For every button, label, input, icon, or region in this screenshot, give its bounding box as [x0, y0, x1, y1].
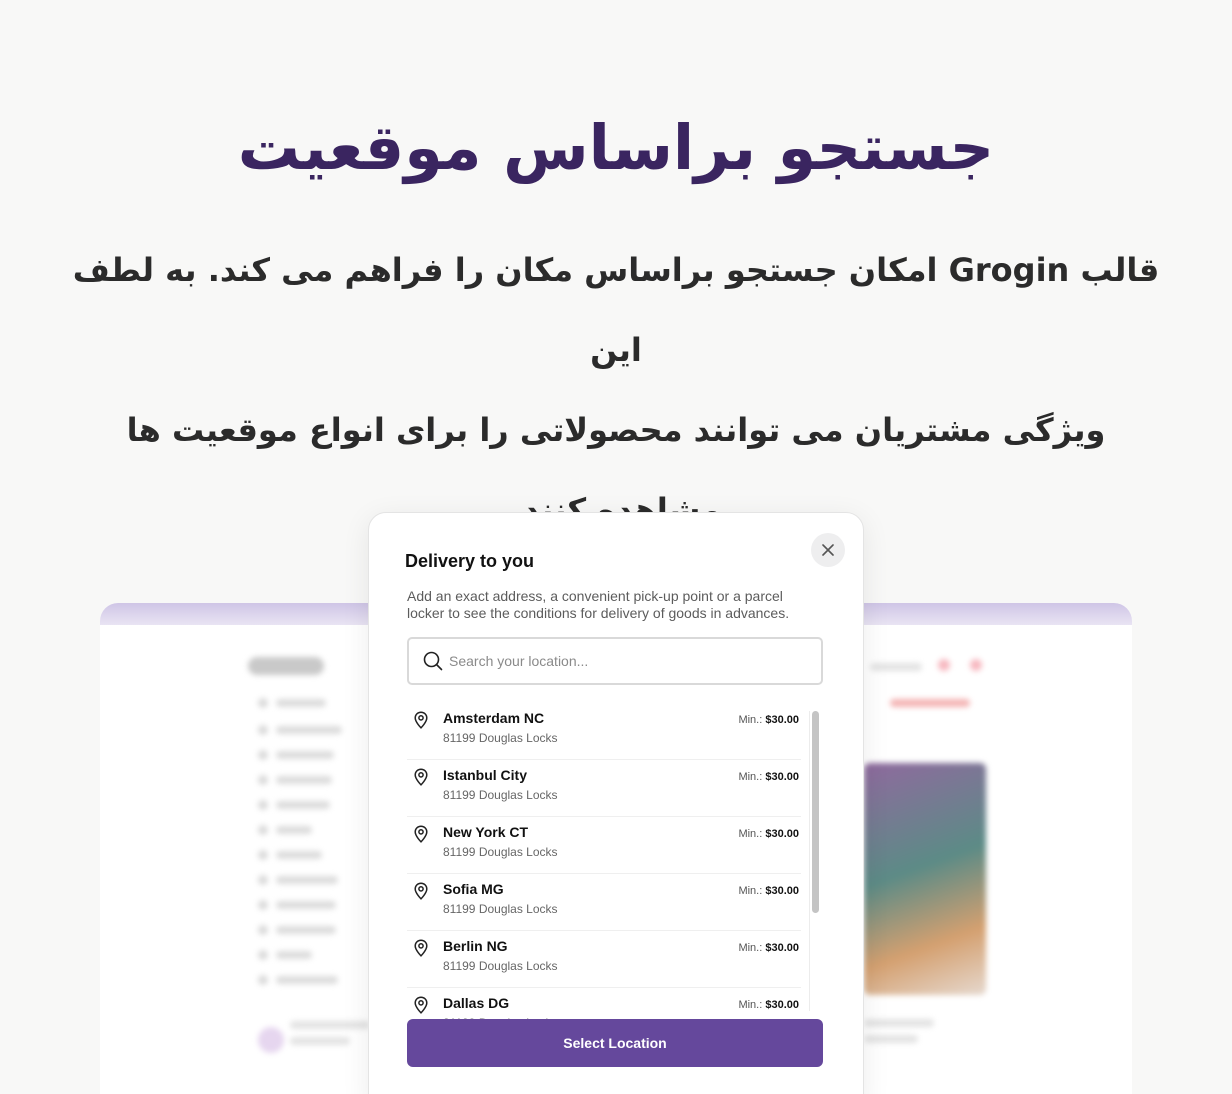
preview-sidebar-line: [276, 801, 330, 809]
min-label: Min.:: [738, 885, 763, 897]
preview-text-line: [870, 663, 922, 671]
min-value: $30.00: [765, 999, 799, 1011]
preview-text-line: [290, 1021, 370, 1029]
preview-promo-bar: [890, 699, 970, 707]
preview-avatar: [258, 1027, 284, 1053]
preview-sidebar-dot: [258, 825, 268, 835]
location-pin-icon: [414, 939, 428, 957]
preview-cart-icon: [970, 659, 982, 671]
location-address: 81199 Douglas Locks: [443, 845, 558, 859]
preview-sidebar-dot: [258, 850, 268, 860]
preview-sidebar-dot: [258, 975, 268, 985]
location-list: Amsterdam NC 81199 Douglas Locks Min.: $30…: [407, 703, 823, 1019]
location-list-scrollbar[interactable]: [809, 711, 819, 1011]
location-min-order: Min.: $30.00: [738, 999, 799, 1011]
location-name: Berlin NG: [443, 938, 508, 954]
location-pin: [413, 768, 429, 791]
min-label: Min.:: [738, 771, 763, 783]
preview-sidebar-dot: [258, 698, 268, 708]
preview-sidebar-line: [276, 951, 312, 959]
location-min-order: Min.: $30.00: [738, 771, 799, 783]
search-icon: [423, 651, 443, 671]
location-search-box[interactable]: [407, 637, 823, 685]
location-pin-icon: [414, 825, 428, 843]
location-pin: [413, 882, 429, 905]
preview-product-image: [864, 763, 986, 995]
hero-description: قالب Grogin امکان جستجو براساس مکان را ف…: [60, 230, 1172, 550]
location-list-inner: Amsterdam NC 81199 Douglas Locks Min.: $30…: [407, 703, 823, 1019]
modal-description: Add an exact address, a convenient pick-…: [407, 588, 790, 621]
location-item[interactable]: Sofia MG 81199 Douglas Locks Min.: $30.00: [407, 874, 801, 931]
location-pin: [413, 939, 429, 962]
scrollbar-thumb[interactable]: [812, 711, 819, 913]
preview-sidebar-dot: [258, 950, 268, 960]
preview-sidebar-line: [276, 876, 338, 884]
close-icon: [822, 544, 834, 556]
preview-sidebar-line: [276, 926, 336, 934]
location-min-order: Min.: $30.00: [738, 942, 799, 954]
location-pin: [413, 825, 429, 848]
preview-text-line: [290, 1037, 350, 1045]
location-address: 81199 Douglas Locks: [443, 731, 558, 745]
preview-sidebar-line: [276, 826, 312, 834]
location-pin: [413, 711, 429, 734]
location-name: Sofia MG: [443, 881, 504, 897]
location-address: 81199 Douglas Locks: [443, 788, 558, 802]
preview-sidebar-dot: [258, 800, 268, 810]
min-value: $30.00: [765, 885, 799, 897]
location-pin-icon: [414, 882, 428, 900]
location-address: 81199 Douglas Locks: [443, 959, 558, 973]
location-pin-icon: [414, 711, 428, 729]
location-min-order: Min.: $30.00: [738, 714, 799, 726]
preview-sidebar-line: [276, 776, 332, 784]
location-item[interactable]: Amsterdam NC 81199 Douglas Locks Min.: $30…: [407, 703, 801, 760]
preview-sidebar-line: [276, 699, 326, 707]
preview-wishlist-icon: [938, 659, 950, 671]
location-min-order: Min.: $30.00: [738, 885, 799, 897]
min-label: Min.:: [738, 999, 763, 1011]
location-item[interactable]: Dallas DG81199 Douglas LocksMin.: $30.00: [407, 988, 801, 1019]
select-location-button[interactable]: Select Location: [407, 1019, 823, 1067]
min-value: $30.00: [765, 714, 799, 726]
delivery-location-modal: Delivery to you Add an exact address, a …: [368, 512, 864, 1094]
preview-sidebar-line: [276, 726, 342, 734]
modal-title: Delivery to you: [405, 551, 535, 571]
hero-title: جستجو براساس موقعیت: [237, 111, 995, 184]
location-name: Istanbul City: [443, 767, 528, 783]
location-pin-icon: [414, 768, 428, 786]
preview-text-line: [864, 1035, 918, 1043]
preview-sidebar-dot: [258, 750, 268, 760]
min-value: $30.00: [765, 771, 799, 783]
preview-sidebar-line: [276, 976, 338, 984]
preview-sidebar-line: [276, 751, 334, 759]
location-search-input[interactable]: [449, 653, 789, 669]
location-name: New York CT: [443, 824, 529, 840]
preview-sidebar-dot: [258, 775, 268, 785]
preview-sidebar-dot: [258, 900, 268, 910]
min-value: $30.00: [765, 828, 799, 840]
min-label: Min.:: [738, 714, 763, 726]
location-item[interactable]: New York CT 81199 Douglas Locks Min.: $30.…: [407, 817, 801, 874]
preview-sidebar-line: [276, 901, 336, 909]
min-value: $30.00: [765, 942, 799, 954]
location-address: 81199 Douglas Locks: [443, 902, 558, 916]
preview-sidebar-dot: [258, 875, 268, 885]
min-label: Min.:: [738, 942, 763, 954]
close-button[interactable]: [811, 533, 845, 567]
location-pin-icon: [414, 996, 428, 1014]
location-item[interactable]: Berlin NG 81199 Douglas Locks Min.: $30.00: [407, 931, 801, 988]
min-label: Min.:: [738, 828, 763, 840]
location-item[interactable]: Istanbul City 81199 Douglas Locks Min.: $3…: [407, 760, 801, 817]
location-name: Dallas DG: [443, 995, 510, 1011]
hero-description-line-1: قالب Grogin امکان جستجو براساس مکان را ف…: [72, 251, 1160, 369]
location-min-order: Min.: $30.00: [738, 828, 799, 840]
preview-sidebar-dot: [258, 725, 268, 735]
preview-sidebar-dot: [258, 925, 268, 935]
location-name: Amsterdam NC: [443, 710, 545, 726]
preview-text-line: [864, 1019, 934, 1027]
preview-sidebar-line: [276, 851, 322, 859]
preview-logo: [248, 657, 324, 675]
location-pin: [413, 996, 429, 1019]
